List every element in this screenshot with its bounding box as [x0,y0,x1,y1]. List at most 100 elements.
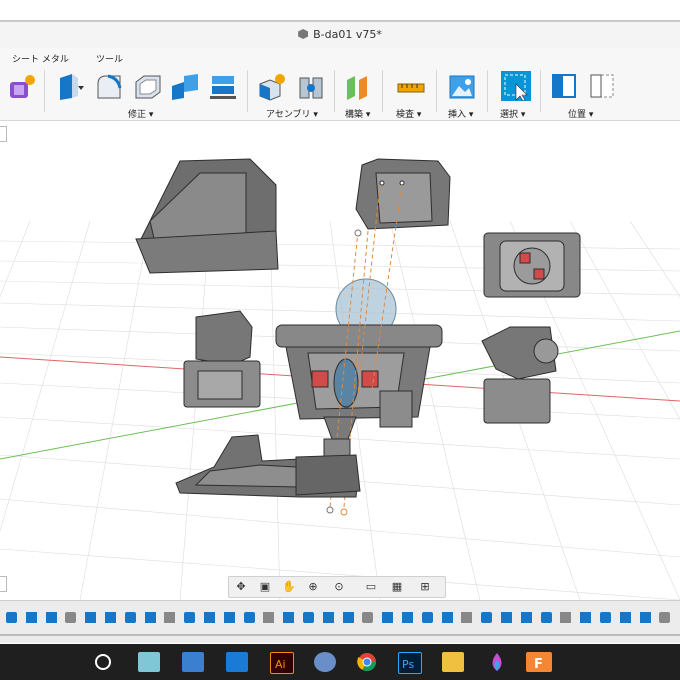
paint-icon[interactable] [314,652,336,672]
timeline-feature-icon[interactable] [283,612,295,623]
fusion360-icon[interactable]: F [526,652,552,672]
timeline-feature-icon[interactable] [481,612,493,623]
timeline-feature-icon[interactable] [520,612,532,623]
timeline-feature-icon[interactable] [223,612,235,623]
timeline-scrubber[interactable] [0,634,680,636]
shell-icon[interactable] [132,72,162,102]
timeline-feature-icon[interactable] [303,612,314,623]
measure-icon[interactable] [396,72,426,102]
timeline-feature-icon[interactable] [342,612,354,623]
create-sheet-icon[interactable] [8,72,38,102]
timeline-feature-icon[interactable] [659,612,671,623]
timeline-feature-icon[interactable] [402,612,413,623]
joint-origin-b [340,508,348,516]
browser-collapse-handle[interactable] [0,126,7,142]
viewports-icon[interactable]: ⊞ [417,580,433,594]
look-at-icon[interactable]: ▣ [257,580,273,594]
timeline-feature-icon[interactable] [540,612,552,623]
group-assemble[interactable]: アセンブリ ▾ [266,107,318,120]
select-icon[interactable] [500,70,532,102]
chrome-icon[interactable] [356,652,378,672]
timeline-feature-icon[interactable] [441,612,453,623]
separator [436,70,437,112]
canvas-viewport[interactable] [0,121,680,600]
timeline-feature-icon[interactable] [619,612,631,623]
separator [247,70,248,112]
timeline-feature-icon[interactable] [421,612,433,623]
left-arm-part [183,310,261,408]
separator [540,70,541,112]
timeline-feature-icon[interactable] [184,612,196,623]
timeline-feature-icon[interactable] [461,612,473,623]
separator [382,70,383,112]
revert-position-icon[interactable] [588,72,618,102]
timeline-feature-icon[interactable] [144,612,156,623]
joint-icon[interactable] [296,72,326,102]
timeline-feature-icon[interactable] [600,612,611,623]
model-scene [0,158,680,600]
fillet-icon[interactable] [94,72,124,102]
timeline-feature-icon[interactable] [85,612,97,623]
align-icon[interactable] [208,72,238,102]
press-pull-icon[interactable] [56,72,86,102]
timeline-feature-icon[interactable] [65,612,77,623]
document-icon [298,29,309,39]
group-modify[interactable]: 修正 ▾ [128,107,153,120]
group-position[interactable]: 位置 ▾ [568,107,593,120]
timeline-feature-icon[interactable] [45,612,57,623]
tab-tools[interactable]: ツール [96,52,123,65]
store-icon[interactable] [182,652,204,672]
body-part [275,278,443,440]
tab-sheet-metal[interactable]: シート メタル [12,52,69,65]
timeline-feature-icon[interactable] [164,612,176,623]
joint-origin-a [326,506,334,514]
file-explorer-icon[interactable] [442,652,464,672]
group-construct[interactable]: 構築 ▾ [345,107,370,120]
hip-part [483,232,581,298]
illustrator-icon[interactable]: Ai [270,652,294,674]
fit-icon[interactable]: ⊙ [331,580,347,594]
group-inspect[interactable]: 検査 ▾ [396,107,421,120]
timeline-feature-icon[interactable] [580,612,592,623]
top-strip [0,0,680,22]
mail-icon[interactable] [226,652,248,672]
timeline-feature-icon[interactable] [25,612,37,623]
new-component-icon[interactable] [256,72,286,102]
head-part [355,158,451,230]
timeline-feature-icon[interactable] [639,612,651,623]
timeline-feature-icon[interactable] [6,612,17,623]
comments-collapse-handle[interactable] [0,576,7,592]
timeline-feature-icon[interactable] [105,612,116,623]
task-view-icon[interactable] [138,652,160,672]
group-insert[interactable]: 挿入 ▾ [448,107,473,120]
separator [334,70,335,112]
joint-origin-top [354,229,362,237]
timeline-feature-icon[interactable] [243,612,255,623]
timeline-feature-icon[interactable] [204,612,215,623]
timeline-feature-icon[interactable] [382,612,394,623]
separator [44,70,45,112]
photoshop-icon[interactable]: Ps [398,652,422,674]
windows-taskbar: Ai Ps F [0,644,680,680]
document-title: B-da01 v75* [0,28,680,41]
grid-settings-icon[interactable]: ▦ [389,580,405,594]
timeline-feature-icon[interactable] [362,612,374,623]
offset-plane-icon[interactable] [343,72,373,102]
timeline-feature-icon[interactable] [322,612,334,623]
timeline-feature-icon[interactable] [501,612,512,623]
insert-image-icon[interactable] [447,72,477,102]
cover-part [135,158,279,274]
document-title-text: B-da01 v75* [313,28,382,41]
capture-position-icon[interactable] [550,72,580,102]
pan-icon[interactable]: ✋ [281,580,297,594]
zoom-window-icon[interactable]: ⊕ [305,580,321,594]
group-select[interactable]: 選択 ▾ [500,107,525,120]
timeline-feature-icon[interactable] [124,612,136,623]
orbit-icon[interactable]: ✥ [233,580,249,594]
timeline-feature-icon[interactable] [560,612,572,623]
combine-icon[interactable] [170,72,200,102]
cortana-icon[interactable] [92,652,114,672]
color-drop-icon[interactable] [486,652,508,672]
timeline-feature-icon[interactable] [263,612,275,623]
display-settings-icon[interactable]: ▭ [363,580,379,594]
